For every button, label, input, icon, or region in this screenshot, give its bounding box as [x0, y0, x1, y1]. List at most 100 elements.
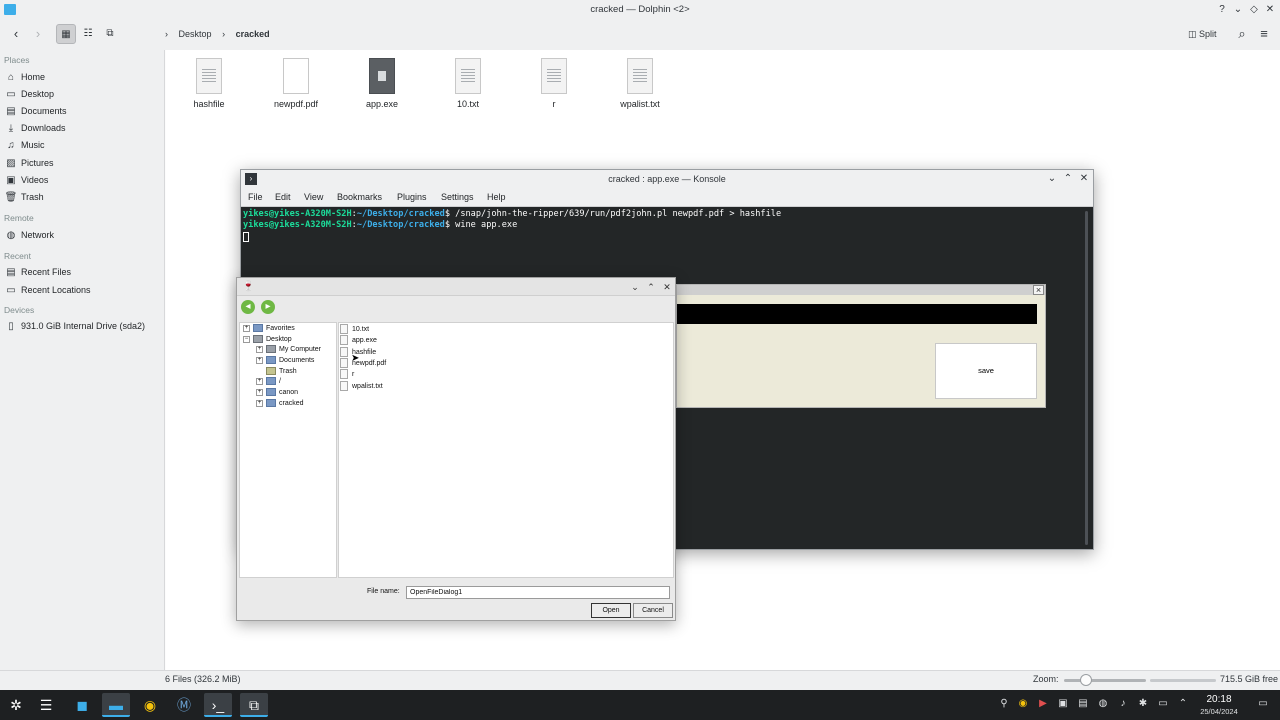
dolphin-task-icon[interactable]: ▬: [102, 693, 130, 717]
filename-input[interactable]: [406, 586, 670, 599]
forward-arrow-icon[interactable]: ▸: [261, 300, 275, 314]
open-button[interactable]: Open: [591, 603, 631, 618]
file-item-r[interactable]: r: [514, 58, 594, 109]
save-button[interactable]: save: [935, 343, 1037, 399]
menu-file[interactable]: File: [248, 192, 263, 202]
expander-icon[interactable]: +: [256, 345, 263, 353]
sidebar-item-videos[interactable]: ▣ Videos: [4, 172, 160, 188]
breadcrumb-cracked[interactable]: cracked: [236, 29, 270, 39]
virt-manager-icon[interactable]: Ⓜ: [170, 693, 198, 717]
konsole-task-icon[interactable]: ›_: [204, 693, 232, 717]
show-desktop-icon[interactable]: ▭: [1256, 697, 1270, 711]
tray-display-icon[interactable]: ▣: [1056, 697, 1070, 711]
sidebar-item-recent-locations[interactable]: ▭ Recent Locations: [4, 282, 160, 298]
back-arrow-icon[interactable]: ◂: [241, 300, 255, 314]
tray-monitor-icon[interactable]: ▭: [1156, 697, 1170, 711]
tree-item-my-computer[interactable]: + My Computer: [256, 345, 321, 355]
list-item[interactable]: newpdf.pdf: [340, 358, 386, 369]
tree-item-cracked[interactable]: + cracked: [256, 399, 304, 409]
chrome-icon[interactable]: ◉: [136, 693, 164, 717]
expander-icon[interactable]: +: [256, 377, 263, 385]
file-list[interactable]: 10.txt app.exe hashfile newpdf.pdf r wpa…: [338, 322, 674, 578]
app-path-field[interactable]: [677, 304, 1037, 324]
tray-chrome-icon[interactable]: ◉: [1016, 697, 1030, 711]
file-item-app-exe[interactable]: app.exe: [342, 58, 422, 109]
menu-help[interactable]: Help: [487, 192, 506, 202]
breadcrumb-desktop[interactable]: Desktop: [179, 29, 212, 39]
sidebar-item-network[interactable]: ◍ Network: [4, 227, 160, 243]
tray-recorder-icon[interactable]: ▶: [1036, 697, 1050, 711]
minimize-button[interactable]: ⌄: [1231, 3, 1245, 17]
menu-plugins[interactable]: Plugins: [397, 192, 427, 202]
sidebar-item-music[interactable]: ♫ Music: [4, 137, 160, 153]
file-item-newpdf[interactable]: newpdf.pdf: [256, 58, 336, 109]
minimize-button[interactable]: ⌄: [1045, 172, 1059, 186]
sidebar-item-documents[interactable]: ▤ Documents: [4, 103, 160, 119]
sidebar-item-internal-drive[interactable]: ▯ 931.0 GiB Internal Drive (sda2): [4, 318, 160, 334]
volume-icon[interactable]: ♪: [1116, 697, 1130, 711]
tree-item-favorites[interactable]: + Favorites: [243, 324, 295, 334]
help-icon[interactable]: ?: [1215, 3, 1229, 17]
file-item-wpalist[interactable]: wpalist.txt: [600, 58, 680, 109]
sidebar-item-desktop[interactable]: ▭ Desktop: [4, 86, 160, 102]
tree-item-documents[interactable]: + Documents: [256, 356, 314, 366]
minimize-button[interactable]: ⌄: [629, 280, 641, 294]
tree-item-root[interactable]: + /: [256, 377, 281, 387]
tree-item-desktop[interactable]: − Desktop: [243, 335, 292, 345]
split-button[interactable]: ◫ Split: [1188, 25, 1217, 43]
sidebar-item-pictures[interactable]: ▨ Pictures: [4, 155, 160, 171]
close-button[interactable]: ✕: [1077, 172, 1091, 186]
sidebar-item-recent-files[interactable]: ▤ Recent Files: [4, 264, 160, 280]
icons-view-button[interactable]: ▦: [56, 24, 76, 44]
close-button[interactable]: ✕: [661, 280, 673, 294]
app-close-button[interactable]: ×: [1033, 285, 1044, 295]
app-titlebar[interactable]: [677, 285, 1045, 295]
zoom-slider[interactable]: [1064, 679, 1146, 682]
list-item[interactable]: 10.txt: [340, 324, 369, 335]
menu-bookmarks[interactable]: Bookmarks: [337, 192, 382, 202]
file-item-hashfile[interactable]: hashfile: [169, 58, 249, 109]
hamburger-menu-icon[interactable]: ≡: [1254, 24, 1274, 44]
tray-updates-icon[interactable]: ◍: [1096, 697, 1110, 711]
folder-tree[interactable]: + Favorites − Desktop + My Computer + Docume…: [239, 322, 337, 578]
expander-icon[interactable]: −: [243, 335, 250, 343]
application-launcher-icon[interactable]: ✲: [2, 693, 30, 717]
terminal-scrollbar[interactable]: [1085, 211, 1088, 545]
search-icon[interactable]: ⌕: [1232, 24, 1252, 44]
maximize-button[interactable]: ⌃: [1061, 172, 1075, 186]
bluetooth-icon[interactable]: ✱: [1136, 697, 1150, 711]
compact-view-button[interactable]: ☷: [78, 24, 98, 44]
menu-view[interactable]: View: [304, 192, 323, 202]
list-item[interactable]: wpalist.txt: [340, 381, 383, 392]
virtual-desktops-icon[interactable]: ☰: [32, 693, 60, 717]
sidebar-item-home[interactable]: ⌂ Home: [4, 69, 160, 85]
cancel-button[interactable]: Cancel: [633, 603, 673, 618]
sidebar-item-downloads[interactable]: ⤓ Downloads: [4, 120, 160, 136]
file-item-10-txt[interactable]: 10.txt: [428, 58, 508, 109]
menu-edit[interactable]: Edit: [275, 192, 291, 202]
tray-clipboard-icon[interactable]: ▤: [1076, 697, 1090, 711]
discover-store-icon[interactable]: ◼: [68, 693, 96, 717]
expander-icon[interactable]: +: [256, 399, 263, 407]
sidebar-item-trash[interactable]: 🗑 Trash: [4, 189, 160, 205]
wine-task-icon[interactable]: ⧉: [240, 693, 268, 717]
expander-icon[interactable]: +: [256, 356, 263, 364]
tree-item-trash[interactable]: Trash: [266, 367, 297, 377]
back-button[interactable]: ‹: [6, 24, 26, 44]
details-view-button[interactable]: ⧉: [100, 24, 120, 44]
list-item[interactable]: r: [340, 369, 354, 380]
tray-expand-icon[interactable]: ⌃: [1176, 697, 1190, 711]
clock-time[interactable]: 20:18: [1196, 694, 1242, 705]
menu-settings[interactable]: Settings: [441, 192, 474, 202]
forward-button[interactable]: ›: [28, 24, 48, 44]
expander-icon[interactable]: +: [243, 324, 250, 332]
tray-network-icon[interactable]: ⚲: [997, 697, 1011, 711]
dialog-titlebar[interactable]: [237, 278, 675, 296]
expander-icon[interactable]: +: [256, 388, 263, 396]
list-item[interactable]: app.exe: [340, 335, 377, 346]
zoom-slider-handle[interactable]: [1080, 674, 1092, 686]
close-button[interactable]: ✕: [1263, 3, 1277, 17]
maximize-button[interactable]: ⌃: [645, 280, 657, 294]
tree-item-canon[interactable]: + canon: [256, 388, 298, 398]
clock-date[interactable]: 25/04/2024: [1194, 707, 1244, 716]
